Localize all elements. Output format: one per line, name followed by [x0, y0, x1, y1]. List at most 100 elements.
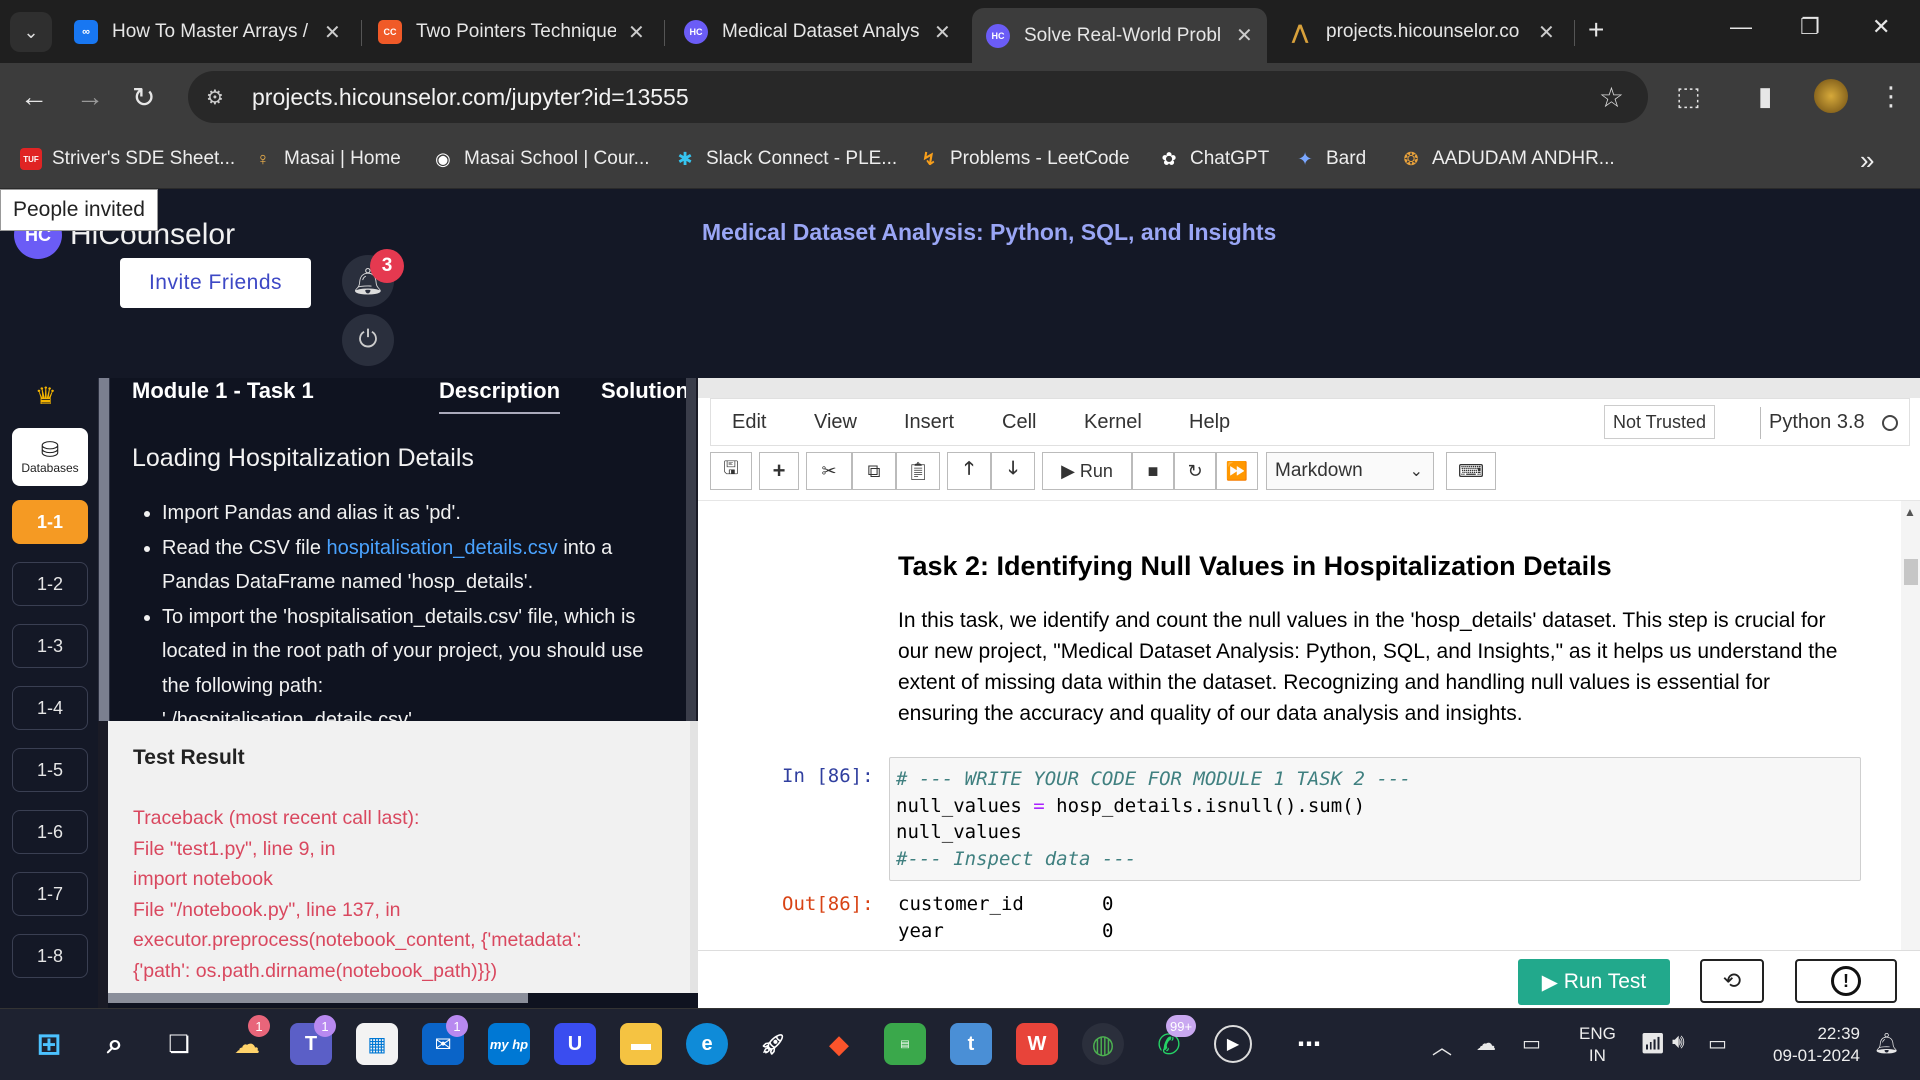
extensions-icon[interactable]: ⬚ [1676, 81, 1701, 112]
restore-icon[interactable]: ❐ [1800, 14, 1820, 40]
bookmark-bard[interactable]: ✦ Bard [1294, 148, 1366, 170]
profile-avatar[interactable] [1814, 79, 1848, 113]
tab-description[interactable]: Description [439, 378, 561, 414]
notifications-bell-icon[interactable]: 🔔︎ [1874, 1031, 1899, 1056]
myhp-icon[interactable]: my hp [488, 1023, 530, 1065]
bookmark-strivers[interactable]: TUF Striver's SDE Sheet... [20, 148, 235, 170]
browser-tab-1[interactable]: ∞ How To Master Arrays / ✕ [74, 12, 341, 52]
t-app-icon[interactable]: t [950, 1023, 992, 1065]
test-result-scrollbar[interactable] [690, 721, 698, 1001]
word-app-icon[interactable]: W [1016, 1023, 1058, 1065]
more-bookmarks-chevron-icon[interactable]: » [1860, 145, 1874, 176]
close-tab-icon[interactable]: ✕ [934, 20, 951, 45]
close-window-icon[interactable]: ✕ [1872, 14, 1890, 40]
close-tab-icon[interactable]: ✕ [628, 20, 645, 45]
scroll-up-arrow-icon[interactable]: ▲ [1904, 505, 1916, 519]
tab-search-button[interactable]: ⌄ [10, 12, 52, 52]
side-panel-icon[interactable]: ▮ [1758, 81, 1772, 112]
minimize-icon[interactable]: — [1730, 14, 1752, 40]
edge-icon[interactable]: e [686, 1023, 728, 1065]
rocket-icon[interactable]: 🚀︎ [752, 1023, 794, 1065]
refresh-icon[interactable]: ⟲ [1700, 959, 1764, 1003]
new-tab-icon[interactable]: + [1588, 14, 1604, 46]
cloud-sync-icon[interactable]: ☁ [1476, 1031, 1496, 1056]
tab-solution[interactable]: Solution [601, 378, 689, 404]
reload-icon[interactable]: ↻ [132, 81, 155, 114]
step-1-2[interactable]: 1-2 [12, 562, 88, 606]
tray-chevron-up-icon[interactable]: ︿ [1432, 1031, 1452, 1060]
bookmark-masai-school[interactable]: ◉ Masai School | Cour... [432, 148, 649, 170]
task-view-icon[interactable]: ❏ [158, 1023, 200, 1065]
battery-icon[interactable]: ▭ [1708, 1031, 1727, 1056]
insert-cell-plus-icon[interactable]: + [759, 452, 799, 490]
test-result-hscroll[interactable] [108, 993, 698, 1008]
csv-file-link[interactable]: hospitalisation_details.csv [327, 537, 558, 559]
browser-tab-3[interactable]: HC Medical Dataset Analys ✕ [684, 12, 951, 52]
more-apps-icon[interactable]: ⋯ [1288, 1023, 1330, 1065]
address-bar[interactable]: ⚙ projects.hicounselor.com/jupyter?id=13… [188, 71, 1648, 123]
close-tab-icon[interactable]: ✕ [1236, 23, 1253, 48]
cut-scissors-icon[interactable]: ✂ [806, 452, 852, 490]
task-divider-scrollbar[interactable] [686, 378, 696, 721]
skills-app-icon[interactable]: ▤ [884, 1023, 926, 1065]
invite-friends-button[interactable]: Invite Friends [120, 258, 311, 308]
run-test-button[interactable]: ▶ Run Test [1518, 959, 1670, 1005]
run-button[interactable]: ▶ Run [1042, 452, 1132, 490]
keyboard-shortcuts-icon[interactable]: ⌨ [1446, 452, 1496, 490]
menu-insert[interactable]: Insert [904, 411, 954, 434]
menu-kernel[interactable]: Kernel [1084, 411, 1142, 434]
back-arrow-icon[interactable]: ← [20, 81, 48, 113]
report-issue-button[interactable]: ! [1795, 959, 1897, 1003]
media-player-icon[interactable]: ▶ [1214, 1025, 1252, 1063]
volume-icon[interactable]: 🔊︎ [1672, 1031, 1685, 1054]
browser-tab-2[interactable]: CC Two Pointers Technique ✕ [378, 12, 645, 52]
step-1-7[interactable]: 1-7 [12, 872, 88, 916]
bookmark-chatgpt[interactable]: ✿ ChatGPT [1158, 148, 1269, 170]
keyboard-tray-icon[interactable]: ▭ [1522, 1031, 1541, 1056]
step-1-3[interactable]: 1-3 [12, 624, 88, 668]
bookmark-leetcode[interactable]: ↯ Problems - LeetCode [918, 148, 1129, 170]
restart-run-all-icon[interactable]: ⏩ [1216, 452, 1258, 490]
browser-tab-5[interactable]: ⋀ projects.hicounselor.co ✕ [1288, 12, 1555, 52]
copy-icon[interactable]: ⧉ [852, 452, 896, 490]
store-icon[interactable]: ▦ [356, 1023, 398, 1065]
crown-icon[interactable]: ♛ [35, 382, 57, 411]
language-indicator[interactable]: ENG IN [1579, 1023, 1616, 1067]
bookmark-aadudam[interactable]: ❂ AADUDAM ANDHR... [1400, 148, 1614, 170]
task-panel-scrollbar[interactable] [98, 378, 110, 721]
bookmark-masai-home[interactable]: ♀ Masai | Home [252, 148, 401, 170]
databases-button[interactable]: ⛁ Databases [12, 428, 88, 486]
cell-type-select[interactable]: Markdown ⌄ [1266, 452, 1434, 490]
u-app-icon[interactable]: U [554, 1023, 596, 1065]
menu-view[interactable]: View [814, 411, 857, 434]
close-tab-icon[interactable]: ✕ [324, 20, 341, 45]
site-settings-icon[interactable]: ⚙ [206, 85, 246, 110]
system-clock[interactable]: 22:39 09-01-2024 [1760, 1023, 1860, 1067]
chrome-icon[interactable]: ◍ [1082, 1023, 1124, 1065]
restart-kernel-icon[interactable]: ↻ [1174, 452, 1216, 490]
step-1-5[interactable]: 1-5 [12, 748, 88, 792]
menu-edit[interactable]: Edit [732, 411, 766, 434]
step-1-1[interactable]: 1-1 [12, 500, 88, 544]
close-tab-icon[interactable]: ✕ [1538, 20, 1555, 45]
trust-status-button[interactable]: Not Trusted [1604, 405, 1716, 439]
save-icon[interactable]: 🖫︎ [710, 452, 752, 490]
step-1-8[interactable]: 1-8 [12, 934, 88, 978]
windows-start-icon[interactable]: ⊞ [28, 1023, 70, 1065]
file-explorer-icon[interactable]: ▬ [620, 1023, 662, 1065]
power-logout-icon[interactable]: ⏻ [342, 314, 394, 366]
forward-arrow-icon[interactable]: → [76, 81, 104, 113]
scrollbar-thumb[interactable] [1904, 559, 1918, 585]
paste-icon[interactable]: 📋︎ [896, 452, 940, 490]
step-1-4[interactable]: 1-4 [12, 686, 88, 730]
stop-square-icon[interactable]: ■ [1132, 452, 1174, 490]
menu-cell[interactable]: Cell [1002, 411, 1036, 434]
browser-tab-4-active[interactable]: HC Solve Real-World Probl ✕ [972, 8, 1267, 63]
menu-help[interactable]: Help [1189, 411, 1230, 434]
search-icon[interactable]: ⌕ [94, 1023, 136, 1065]
wifi-icon[interactable]: 📶︎ [1640, 1031, 1665, 1056]
notebook-scrollbar[interactable]: ▲ [1901, 501, 1920, 950]
browser-menu-icon[interactable]: ⋮ [1878, 81, 1904, 112]
brave-icon[interactable]: ◆ [818, 1023, 860, 1065]
move-up-arrow-icon[interactable]: 🡑 [947, 452, 991, 490]
